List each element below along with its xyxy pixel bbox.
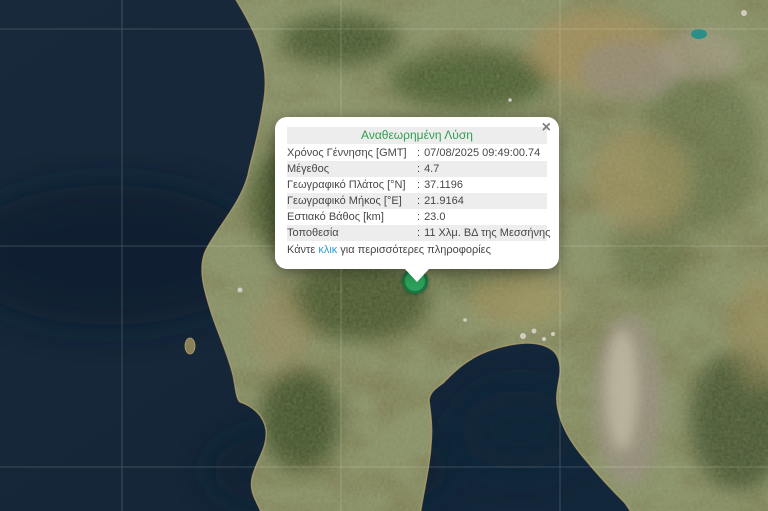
- islet: [185, 338, 195, 354]
- row-value: :21.9164: [417, 193, 547, 209]
- footer-text: για περισσότερες πληροφορίες: [340, 244, 491, 256]
- close-icon[interactable]: ×: [542, 120, 551, 136]
- more-info-link[interactable]: κλικ: [318, 244, 337, 256]
- lake: [691, 29, 707, 39]
- earthquake-popup: × Αναθεωρημένη Λύση Χρόνος Γέννησης [GMT…: [275, 117, 559, 269]
- row-value: :07/08/2025 09:49:00.74: [417, 145, 547, 161]
- row-location: Τοποθεσία :11 Χλμ. ΒΔ της Μεσσήνης: [287, 225, 547, 241]
- popup-title: Αναθεωρημένη Λύση: [287, 127, 547, 144]
- row-label: Μέγεθος: [287, 161, 417, 177]
- row-value: :23.0: [417, 209, 547, 225]
- row-label: Γεωγραφικό Πλάτος [°N]: [287, 177, 417, 193]
- popup-tail: [405, 269, 429, 282]
- row-origin-time: Χρόνος Γέννησης [GMT] :07/08/2025 09:49:…: [287, 145, 547, 161]
- footer-text: Κάντε: [287, 244, 315, 256]
- row-magnitude: Μέγεθος :4.7: [287, 161, 547, 177]
- row-label: Χρόνος Γέννησης [GMT]: [287, 145, 417, 161]
- row-value: :11 Χλμ. ΒΔ της Μεσσήνης: [417, 225, 550, 241]
- map[interactable]: × Αναθεωρημένη Λύση Χρόνος Γέννησης [GMT…: [0, 0, 768, 511]
- row-label: Εστιακό Βάθος [km]: [287, 209, 417, 225]
- popup-footer: Κάντεκλικγια περισσότερες πληροφορίες: [287, 242, 547, 259]
- row-label: Γεωγραφικό Μήκος [°E]: [287, 193, 417, 209]
- row-latitude: Γεωγραφικό Πλάτος [°N] :37.1196: [287, 177, 547, 193]
- row-label: Τοποθεσία: [287, 225, 417, 241]
- row-value: :37.1196: [417, 177, 547, 193]
- row-depth: Εστιακό Βάθος [km] :23.0: [287, 209, 547, 225]
- row-value: :4.7: [417, 161, 547, 177]
- row-longitude: Γεωγραφικό Μήκος [°E] :21.9164: [287, 193, 547, 209]
